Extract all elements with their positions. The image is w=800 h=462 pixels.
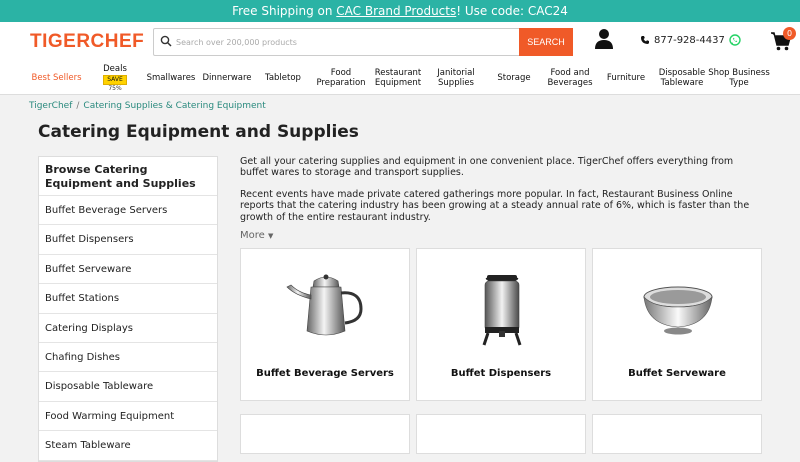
category-card-row2-1[interactable] <box>240 414 410 454</box>
sidebar-heading: Browse Catering Equipment and Supplies <box>39 157 217 196</box>
cart-count-badge: 0 <box>783 27 796 40</box>
whatsapp-icon[interactable] <box>729 34 741 46</box>
more-toggle[interactable]: More ▼ <box>240 230 273 241</box>
search-icon <box>160 35 172 47</box>
promo-link[interactable]: CAC Brand Products <box>336 4 456 18</box>
nav-item-label: Janitorial <box>437 67 475 78</box>
category-card-buffet-beverage-servers[interactable]: Buffet Beverage Servers <box>240 248 410 401</box>
category-card-row2-3[interactable] <box>592 414 762 454</box>
nav-item-tabletop[interactable]: Tabletop <box>252 73 314 83</box>
breadcrumb-current[interactable]: Catering Supplies & Catering Equipment <box>83 101 265 111</box>
nav-item-label-2: Equipment <box>374 78 422 88</box>
nav-item-label: Food <box>330 67 352 78</box>
description-paragraph-2: Recent events have made private catered … <box>240 188 750 223</box>
sidebar-item-buffet-dispensers[interactable]: Buffet Dispensers <box>39 225 217 255</box>
nav-best-sellers[interactable]: Best Sellers <box>0 73 113 83</box>
category-sidebar: Browse Catering Equipment and Supplies B… <box>38 156 218 462</box>
phone-contact[interactable]: 877-928-4437 <box>640 34 741 46</box>
category-card-buffet-serveware[interactable]: Buffet Serveware <box>592 248 762 401</box>
promo-prefix: Free Shipping on <box>232 4 337 18</box>
teapot-icon <box>286 274 363 336</box>
nav-item-label-2: Supplies <box>438 78 474 88</box>
card-label: Buffet Dispensers <box>450 368 552 379</box>
nav-item-label-2: Preparation <box>316 78 366 88</box>
nav-item-dinnerware[interactable]: Dinnerware <box>202 73 252 83</box>
main-nav: Best Sellers Deals SAVE 75% Smallwares D… <box>0 62 800 95</box>
nav-item-label: Restaurant <box>374 67 422 78</box>
dispenser-icon <box>482 275 522 346</box>
logo[interactable]: TIGERCHEF <box>30 31 144 53</box>
phone-icon <box>641 36 649 44</box>
breadcrumb-separator: / <box>76 101 80 111</box>
nav-item-restaurant-equipment[interactable]: Restaurant Equipment <box>368 68 428 88</box>
nav-deals[interactable]: Deals SAVE 75% <box>100 64 130 92</box>
nav-item-disposable-tableware[interactable]: Disposable Tableware <box>656 68 708 88</box>
sidebar-item-food-warming-equipment[interactable]: Food Warming Equipment <box>39 402 217 432</box>
nav-item-label-2: Beverages <box>547 78 593 88</box>
bowl-icon <box>643 286 713 335</box>
search-bar: SEARCH <box>153 28 573 56</box>
sidebar-item-buffet-serveware[interactable]: Buffet Serveware <box>39 255 217 285</box>
nav-item-label: Shop Business <box>708 67 770 78</box>
search-input[interactable] <box>176 33 506 51</box>
category-card-row2-2[interactable] <box>416 414 586 454</box>
nav-item-label-2: Tableware <box>660 78 704 88</box>
nav-item-label: Furniture <box>606 72 646 83</box>
breadcrumb-home[interactable]: TigerChef <box>29 101 72 111</box>
sidebar-item-catering-displays[interactable]: Catering Displays <box>39 314 217 343</box>
search-button[interactable]: SEARCH <box>519 28 573 56</box>
sidebar-item-chafing-dishes[interactable]: Chafing Dishes <box>39 343 217 373</box>
nav-item-label: Disposable <box>658 67 706 78</box>
caret-down-icon: ▼ <box>267 232 274 240</box>
category-card-buffet-dispensers[interactable]: Buffet Dispensers <box>416 248 586 401</box>
nav-item-smallwares[interactable]: Smallwares <box>140 73 202 83</box>
page-title: Catering Equipment and Supplies <box>38 122 359 142</box>
nav-item-label: Dinnerware <box>202 72 252 83</box>
deals-label: Deals <box>103 64 127 75</box>
user-icon[interactable] <box>594 28 614 50</box>
nav-item-janitorial-supplies[interactable]: Janitorial Supplies <box>428 68 484 88</box>
sidebar-item-steam-tableware[interactable]: Steam Tableware <box>39 431 217 461</box>
promo-banner: Free Shipping on CAC Brand Products! Use… <box>0 0 800 22</box>
nav-item-label-2: Type <box>729 78 749 88</box>
nav-item-label: Tabletop <box>265 72 301 83</box>
nav-item-label: Food and <box>550 67 590 78</box>
sidebar-item-disposable-tableware[interactable]: Disposable Tableware <box>39 372 217 402</box>
nav-item-food-beverages[interactable]: Food and Beverages <box>544 68 596 88</box>
category-description: Get all your catering supplies and equip… <box>240 156 760 233</box>
description-paragraph-1: Get all your catering supplies and equip… <box>240 156 734 179</box>
breadcrumb: TigerChef / Catering Supplies & Catering E… <box>0 95 800 117</box>
more-label: More <box>240 230 265 241</box>
nav-item-storage[interactable]: Storage <box>484 73 544 83</box>
deals-percent: 75% <box>108 84 122 92</box>
site-header: TIGERCHEF SEARCH 877-928-4437 0 <box>0 22 800 62</box>
nav-item-label: Storage <box>497 72 531 83</box>
card-label: Buffet Beverage Servers <box>256 368 394 379</box>
sidebar-item-buffet-stations[interactable]: Buffet Stations <box>39 284 217 314</box>
nav-item-shop-business-type[interactable]: Shop Business Type <box>708 68 770 88</box>
nav-item-food-preparation[interactable]: Food Preparation <box>314 68 368 88</box>
phone-number: 877-928-4437 <box>654 34 725 46</box>
card-label: Buffet Serveware <box>628 368 726 379</box>
sidebar-item-buffet-beverage-servers[interactable]: Buffet Beverage Servers <box>39 196 217 226</box>
save-badge: SAVE <box>103 75 127 85</box>
nav-item-furniture[interactable]: Furniture <box>596 73 656 83</box>
nav-item-label: Smallwares <box>146 72 196 83</box>
promo-suffix: ! Use code: CAC24 <box>456 4 568 18</box>
